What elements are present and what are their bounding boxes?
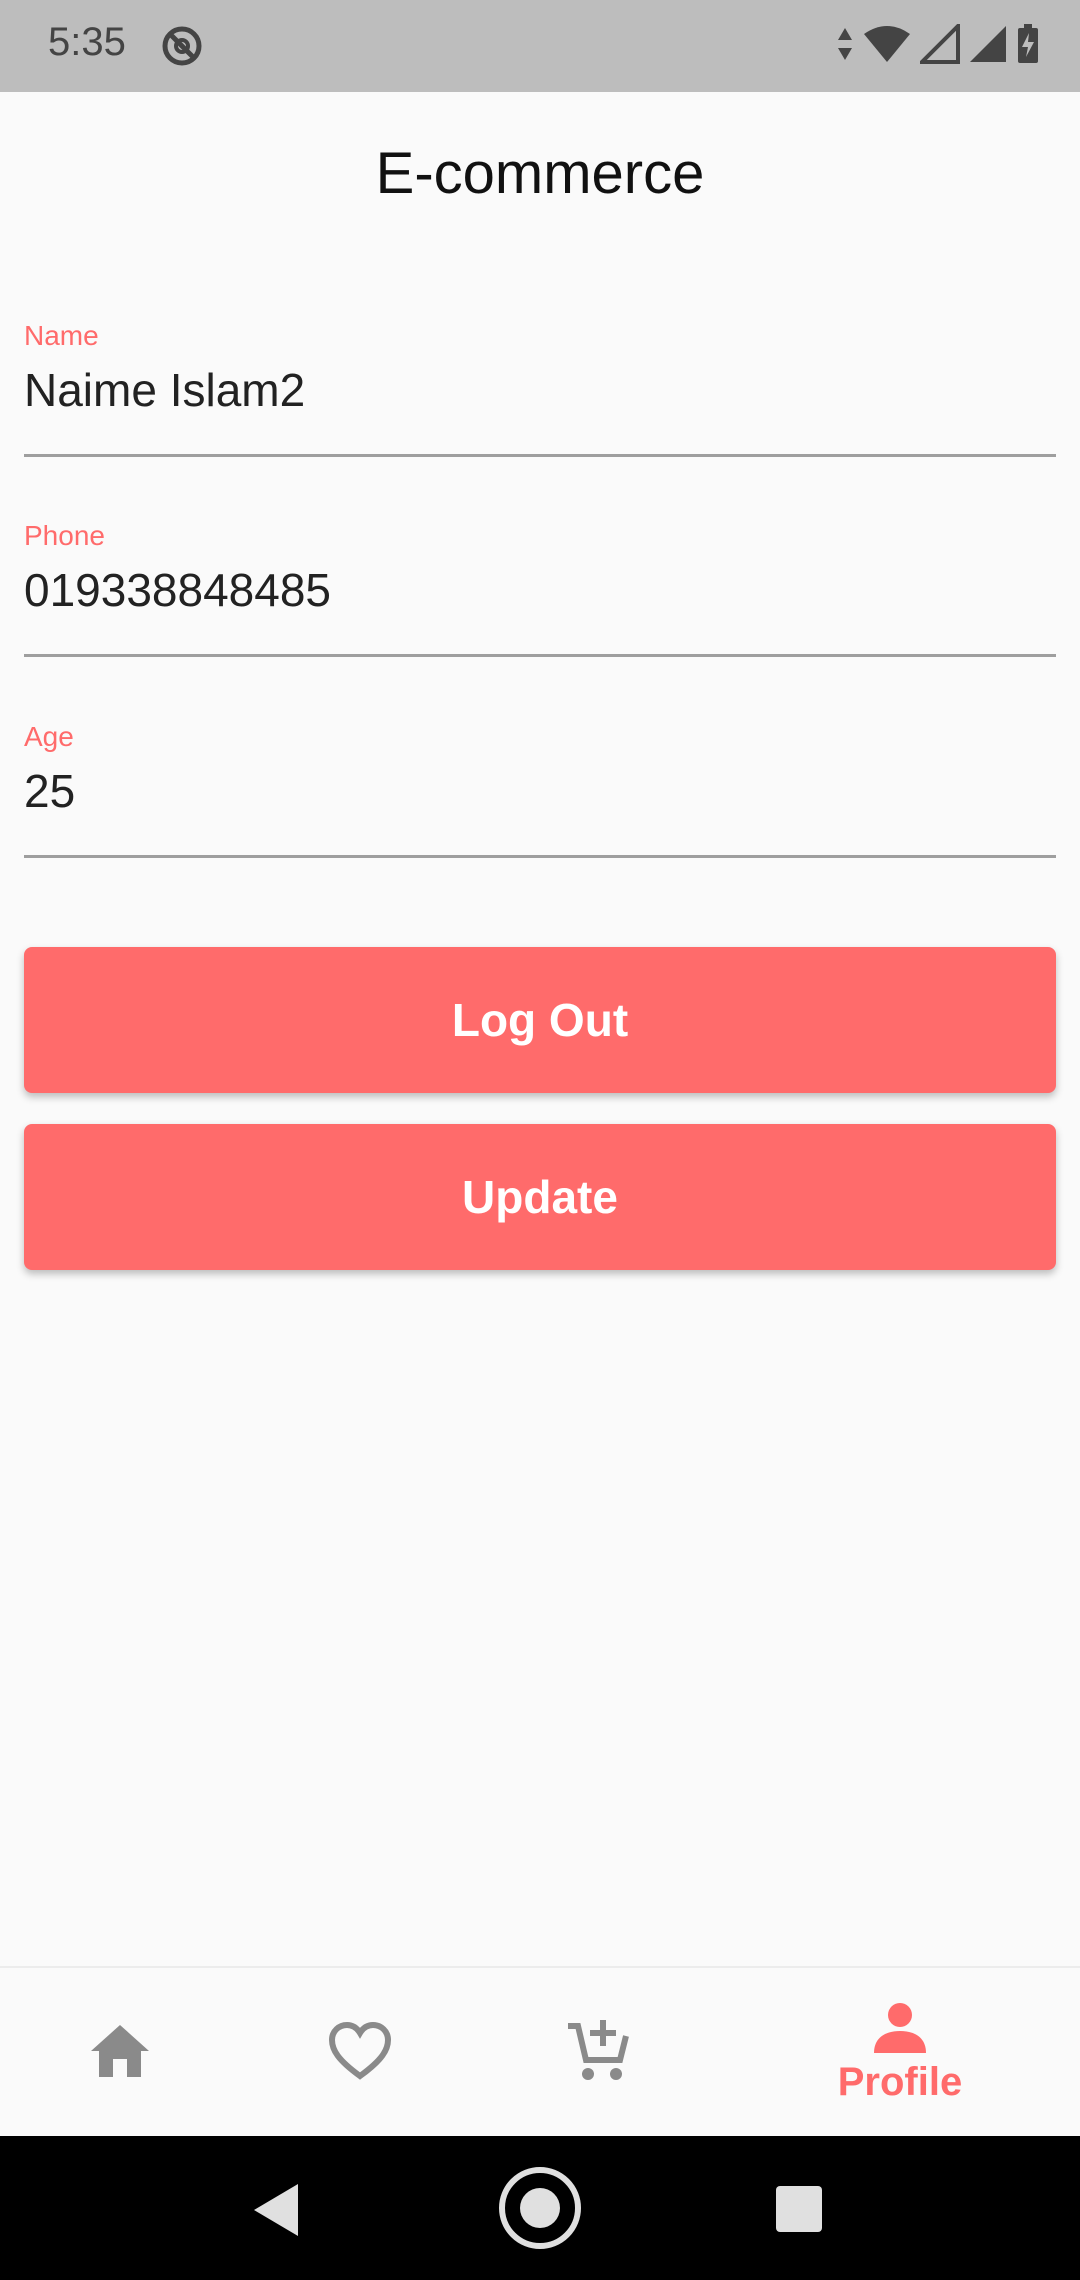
page-title: E-commerce [375,141,705,206]
do-not-disturb-icon [160,24,204,73]
person-icon [872,2001,928,2058]
cart-add-icon [566,2018,630,2089]
wifi-icon [862,24,912,69]
status-icons [836,20,1040,70]
update-button[interactable]: Update [24,1124,1056,1270]
signal-full-icon [968,24,1008,69]
data-arrows-icon [836,26,854,67]
age-input[interactable] [24,761,1056,821]
battery-charging-icon [1016,23,1040,70]
status-time: 5:35 [48,20,126,64]
nav-favorites[interactable] [300,1968,420,2138]
back-icon[interactable] [252,2182,300,2243]
heart-outline-icon [328,2021,392,2085]
signal-icon [917,20,960,69]
nav-profile-label: Profile [837,2060,963,2104]
home-circle-icon[interactable] [498,2166,582,2255]
age-underline [24,855,1056,858]
name-field-label: Name [24,320,99,351]
recents-icon[interactable] [776,2186,822,2237]
age-field-label: Age [24,721,74,752]
status-bar: 5:35 [0,0,1080,92]
phone-underline [24,654,1056,657]
home-icon [89,2023,151,2084]
phone-field-label: Phone [24,520,105,551]
nav-cart[interactable] [538,1968,658,2138]
logout-button[interactable]: Log Out [24,947,1056,1093]
system-navigation-bar [0,2136,1080,2280]
name-underline [24,454,1056,457]
name-input[interactable] [24,360,1056,420]
nav-home[interactable] [60,1968,180,2138]
phone-input[interactable] [24,560,1056,620]
nav-profile[interactable]: Profile [800,1968,1000,2138]
bottom-navigation: Profile [0,1966,1080,2138]
